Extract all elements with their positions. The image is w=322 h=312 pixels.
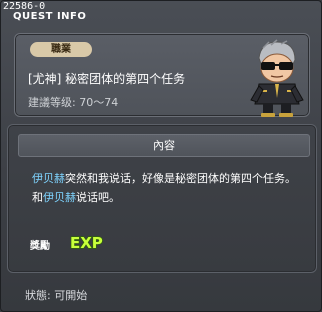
npc-link[interactable]: 伊贝赫 bbox=[32, 172, 65, 185]
svg-text:EXP: EXP bbox=[70, 234, 103, 252]
quest-level-range: 建議等级: 70～74 bbox=[28, 96, 119, 109]
quest-info-window: 22586-0 QUEST INFO 職業 [尤神] 秘密团体的第四个任务 建議… bbox=[0, 0, 322, 312]
npc-link[interactable]: 伊贝赫 bbox=[43, 191, 76, 204]
reward-row: 獎勵 EXP bbox=[18, 225, 308, 261]
content-section-title: 內容 bbox=[18, 134, 310, 157]
exp-icon: EXP bbox=[69, 233, 103, 252]
quest-summary-panel: 職業 [尤神] 秘密团体的第四个任务 建議等级: 70～74 bbox=[14, 33, 310, 117]
desc-text: 说话吧。 bbox=[76, 191, 120, 204]
window-title: QUEST INFO bbox=[13, 11, 87, 22]
quest-content-panel: 內容 伊贝赫突然和我说话，好像是秘密团体的第四个任务。和伊贝赫说话吧。 獎勵 E… bbox=[7, 124, 317, 273]
quest-status: 狀態: 可開始 bbox=[25, 289, 88, 302]
reward-label: 獎勵 bbox=[30, 241, 50, 252]
window-header[interactable]: 22586-0 QUEST INFO bbox=[1, 1, 321, 27]
job-badge: 職業 bbox=[30, 42, 92, 57]
npc-portrait bbox=[250, 39, 304, 117]
quest-name: [尤神] 秘密团体的第四个任务 bbox=[28, 72, 186, 86]
quest-description: 伊贝赫突然和我说话，好像是秘密团体的第四个任务。和伊贝赫说话吧。 bbox=[32, 169, 302, 207]
